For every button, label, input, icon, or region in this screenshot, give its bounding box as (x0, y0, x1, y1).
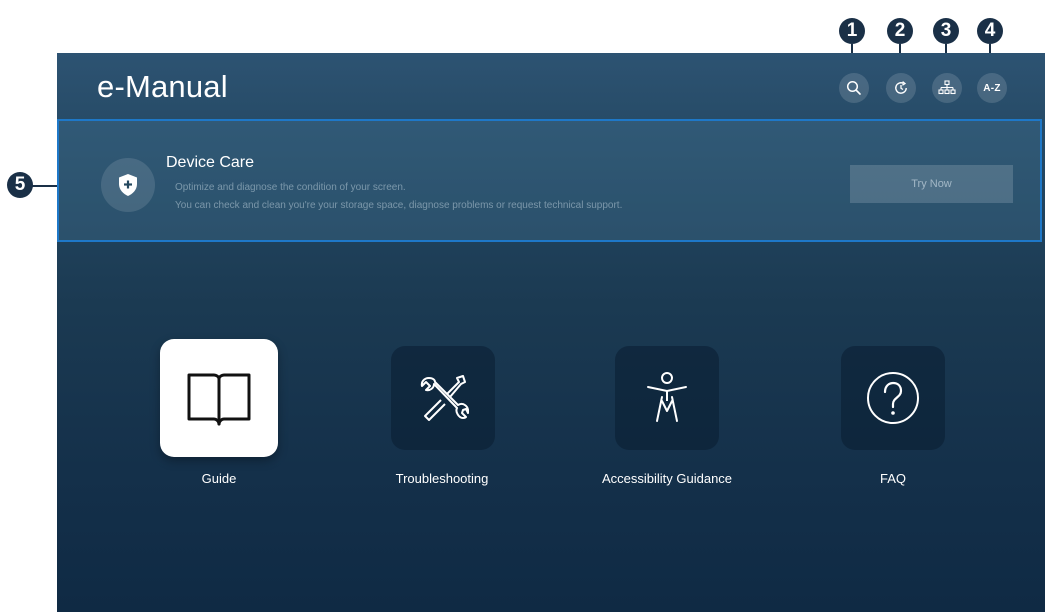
troubleshooting-tile[interactable] (391, 346, 495, 450)
device-care-description: Optimize and diagnose the condition of y… (175, 179, 622, 215)
callout-1-badge: 1 (839, 18, 865, 58)
tools-icon (420, 375, 469, 421)
guide-label: Guide (201, 471, 237, 486)
accessibility-guidance-label: Accessibility Guidance (601, 471, 733, 486)
accessibility-guidance-tile[interactable] (615, 346, 719, 450)
sitemap-button[interactable] (932, 73, 962, 103)
faq-tile[interactable] (841, 346, 945, 450)
book-icon (187, 373, 251, 426)
callout-5-badge: 5 (7, 172, 33, 198)
troubleshooting-label: Troubleshooting (395, 471, 489, 486)
index-button-label: A-Z (983, 82, 1001, 94)
e-manual-screen: e-Manual A-Z Device Care Optimize and di… (57, 53, 1045, 612)
search-button[interactable] (839, 73, 869, 103)
device-care-banner[interactable]: Device Care Optimize and diagnose the co… (57, 119, 1042, 242)
page-title: e-Manual (97, 69, 228, 104)
device-care-title: Device Care (166, 154, 255, 171)
guide-tile[interactable] (160, 339, 278, 457)
device-care-description-line: Optimize and diagnose the condition of y… (175, 182, 406, 193)
callout-5-leader (32, 185, 58, 187)
search-icon (846, 80, 861, 95)
device-care-description-line: You can check and clean you're your stor… (175, 200, 623, 211)
faq-label: FAQ (879, 471, 906, 486)
recent-topics-button[interactable] (886, 73, 916, 103)
sitemap-icon (938, 80, 956, 95)
callout-3-badge: 3 (933, 18, 959, 58)
device-care-icon-container (101, 158, 155, 212)
try-now-button[interactable]: Try Now (850, 165, 1013, 203)
question-icon (867, 372, 919, 424)
callout-4-badge: 4 (977, 18, 1003, 58)
history-icon (895, 81, 907, 94)
accessibility-icon (647, 372, 687, 422)
index-button[interactable]: A-Z (977, 73, 1007, 103)
callout-2-badge: 2 (887, 18, 913, 58)
shield-plus-icon (119, 174, 137, 196)
